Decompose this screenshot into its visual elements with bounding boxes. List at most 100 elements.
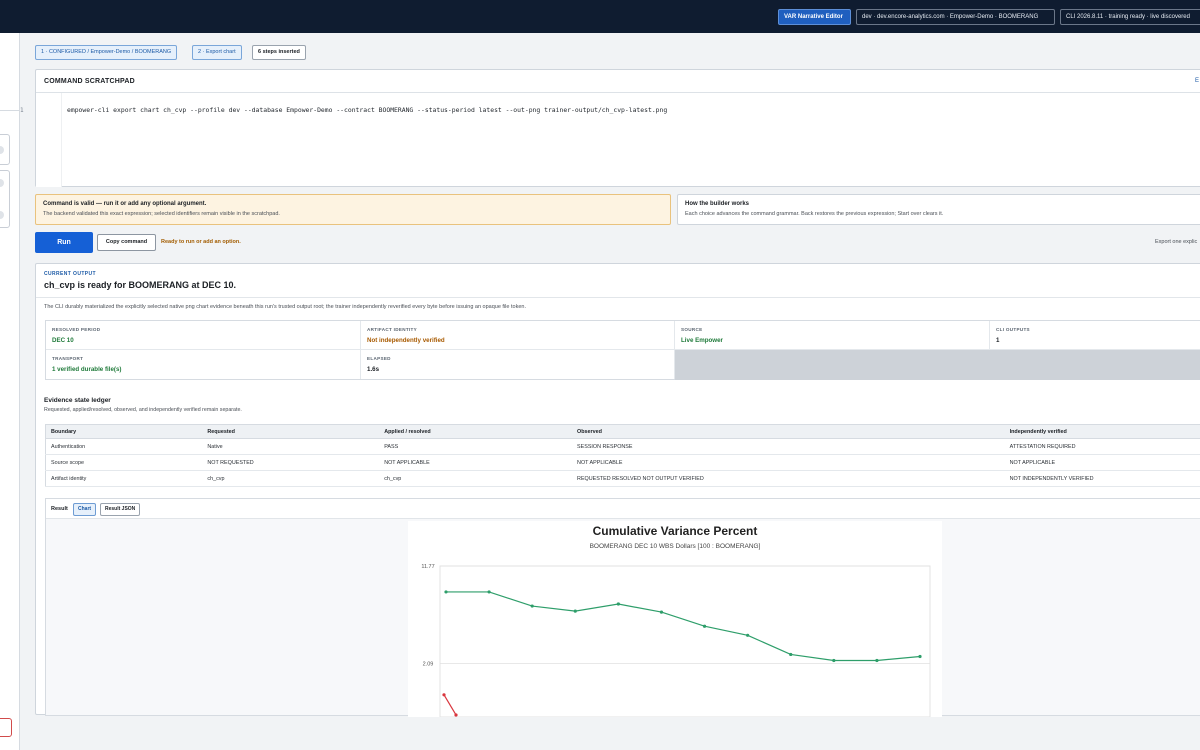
data-point [442,693,446,697]
scratchpad-action-link[interactable]: E [1195,78,1199,84]
chart-y-ticks: 11.77 2.09 [421,564,434,668]
data-point [530,604,534,608]
command-scratchpad: COMMAND SCRATCHPAD E [35,69,1200,187]
narrative-editor-button[interactable]: VAR Narrative Editor [778,9,851,25]
table-cell: Native [202,438,380,455]
y-tick-label: 2.09 [423,662,434,668]
metric-value: DEC 10 [52,337,74,344]
chart-subtitle: BOOMERANG DEC 10 WBS Dollars [100 : BOOM… [590,543,761,550]
output-metrics-grid: RESOLVED PERIOD DEC 10 ARTIFACT IDENTITY… [45,320,1200,380]
series-line-green [446,591,921,662]
run-button[interactable]: Run [35,232,93,253]
chart-container: Cumulative Variance Percent BOOMERANG DE… [408,521,942,718]
data-point [702,624,707,628]
validation-title: Command is valid — run it or add any opt… [43,201,207,207]
breadcrumb-step-export[interactable]: 2 · Export chart [192,45,242,60]
builder-help: How the builder works Each choice advanc… [677,194,1200,225]
table-header-row: Boundary Requested Applied / resolved Ob… [45,424,1200,439]
chart-series-group [442,590,922,717]
metric-label: SOURCE [681,327,703,332]
table-cell: SESSION RESPONSE [572,438,1005,455]
chart-grid [439,565,931,718]
data-point [918,654,922,659]
output-title: ch_cvp is ready for BOOMERANG at DEC 10. [44,280,237,290]
metric-label: CLI OUTPUTS [996,327,1030,332]
table-cell: NOT INDEPENDENTLY VERIFIED [1004,470,1200,487]
validation-message: Command is valid — run it or add any opt… [35,194,671,225]
data-point [573,609,577,613]
result-header: Result Chart Result JSON [46,499,1200,519]
y-tick-label: 11.77 [421,564,434,570]
table-cell: NOT REQUESTED [202,454,380,471]
ledger-title: Evidence state ledger [44,397,111,404]
rail-danger-button[interactable] [0,718,12,737]
rail-handle-icon [0,211,4,219]
metric-transport: TRANSPORT 1 verified durable file(s) [46,350,361,379]
current-output-card: CURRENT OUTPUT ch_cvp is ready for BOOME… [35,263,1200,718]
command-editor[interactable]: empower-cli export chart ch_cvp --profil… [67,106,667,114]
top-bar: VAR Narrative Editor dev · dev.encore-an… [0,0,1200,33]
tab-chart[interactable]: Chart [73,503,97,516]
table-cell: REQUESTED RESOLVED NOT OUTPUT VERIFIED [572,470,1005,487]
data-point [746,633,750,637]
data-point [616,602,620,606]
breadcrumb-step-configured[interactable]: 1 · CONFIGURED / Empower-Demo / BOOMERAN… [35,45,178,60]
steps-inserted-badge: 6 steps inserted [252,45,306,60]
column-header: Independently verified [1004,424,1200,439]
table-cell: Source scope [45,454,203,471]
metric-resolved-period: RESOLVED PERIOD DEC 10 [46,321,361,350]
column-header: Requested [202,424,380,439]
table-row: Authentication Native PASS SESSION RESPO… [45,438,1200,455]
column-header: Observed [572,424,1005,439]
copy-command-button[interactable]: Copy command [97,234,156,251]
line-gutter [36,93,62,187]
output-description: The CLI durably materialized the explici… [44,304,526,310]
rail-handle-icon [0,146,4,154]
result-label: Result [51,506,68,512]
output-kicker: CURRENT OUTPUT [44,271,96,277]
table-cell: ATTESTATION REQUIRED [1004,438,1200,455]
data-point [789,652,793,657]
metrics-empty-area [675,350,1200,380]
data-point [875,658,879,663]
column-header: Boundary [45,424,203,439]
table-cell: Authentication [45,438,203,455]
series-line-red [443,694,457,716]
table-row: Artifact identity ch_cvp ch_cvp REQUESTE… [45,470,1200,487]
left-rail [0,33,20,750]
metric-label: RESOLVED PERIOD [52,327,101,332]
export-hint: Export one explic [1155,239,1198,245]
table-cell: Artifact identity [45,470,203,487]
evidence-ledger-table: Boundary Requested Applied / resolved Ob… [45,424,1200,487]
rail-divider [0,110,20,111]
cumulative-variance-chart: Cumulative Variance Percent BOOMERANG DE… [421,524,931,718]
tab-result-json[interactable]: Result JSON [100,503,141,516]
rail-panel-1[interactable] [0,134,10,165]
output-divider [36,297,1200,298]
line-number: 1 [20,107,24,114]
rail-handle-icon [0,179,4,187]
metric-label: ELAPSED [367,356,391,361]
validation-subtitle: The backend validated this exact express… [43,211,280,217]
scratchpad-header: COMMAND SCRATCHPAD E [36,70,1200,93]
metric-cli-outputs: CLI OUTPUTS 1 [990,321,1200,350]
metric-label: ARTIFACT IDENTITY [367,327,418,332]
data-point [832,658,836,663]
data-point [454,713,458,717]
chart-title: Cumulative Variance Percent [593,524,758,538]
table-cell: NOT APPLICABLE [1004,454,1200,471]
data-point [444,590,448,594]
metric-elapsed: ELAPSED 1.6s [361,350,675,379]
result-panel: Result Chart Result JSON Cumulative Vari… [45,498,1200,718]
metric-value: Not independently verified [367,337,445,344]
table-cell: PASS [379,438,573,455]
metric-value: Live Empower [681,337,723,344]
metric-artifact-identity: ARTIFACT IDENTITY Not independently veri… [361,321,675,350]
cli-status-badge: CLI 2026.8.11 · training ready · live di… [1060,9,1200,25]
environment-badge: dev · dev.encore-analytics.com · Empower… [856,9,1055,25]
builder-help-title: How the builder works [685,201,750,207]
metric-value: 1 verified durable file(s) [52,366,122,373]
table-row: Source scope NOT REQUESTED NOT APPLICABL… [45,454,1200,471]
metric-value: 1.6s [367,366,380,373]
rail-panel-2[interactable] [0,170,10,228]
